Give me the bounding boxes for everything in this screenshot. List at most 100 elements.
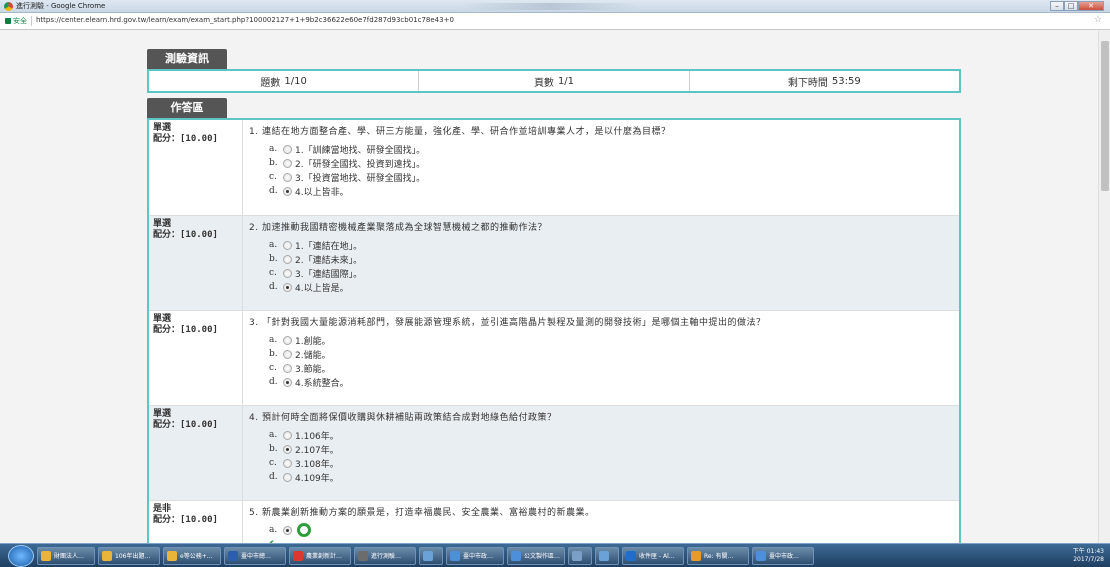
taskbar-item[interactable] (419, 546, 443, 565)
radio-button[interactable] (283, 363, 292, 373)
close-button[interactable]: ✕ (1078, 1, 1104, 11)
option-label: 3.「連結國際」。 (295, 269, 363, 280)
radio-button[interactable] (283, 525, 292, 535)
radio-button[interactable] (283, 349, 292, 359)
radio-button[interactable] (283, 240, 292, 250)
question-text: 5. 新農業創新推動方案的願景是，打造幸福農民、安全農業、富裕農村的新農業。 (249, 508, 595, 518)
option-item[interactable]: a. 1.106年。 (269, 428, 953, 442)
taskbar-item[interactable]: 公文製作區… (507, 546, 565, 565)
answer-area: 單選 配分：[10.00] 1. 連結在地方面整合產、學、研三方能量，強化產、學、研… (147, 118, 961, 543)
option-item[interactable]: a. 1.「連結在地」。 (269, 238, 953, 252)
app-icon (626, 550, 636, 561)
taskbar-item[interactable]: 收件匣 - Al… (622, 546, 684, 565)
question-type: 單選 (153, 123, 172, 133)
radio-button[interactable] (283, 172, 292, 182)
radio-button[interactable] (283, 472, 292, 482)
taskbar-item[interactable]: 106年出題… (98, 546, 160, 565)
minimize-button[interactable]: – (1050, 1, 1064, 11)
option-label: 4.以上皆是。 (295, 283, 349, 294)
option-item[interactable]: a. (269, 523, 953, 537)
option-item[interactable]: a. 1.創能。 (269, 333, 953, 347)
radio-button[interactable] (283, 144, 292, 154)
radio-button[interactable] (283, 335, 292, 345)
question-meta: 單選 配分：[10.00] (149, 120, 243, 215)
address-bar[interactable]: 安全 https://center.elearn.hrd.gov.tw/lear… (0, 13, 1110, 30)
option-letter: a. (269, 430, 278, 440)
option-item[interactable]: d. 4.以上皆是。 (269, 280, 953, 294)
page-count-cell: 頁數 1/1 (419, 71, 690, 91)
app-icon (358, 550, 368, 561)
taskbar-item[interactable]: 臺中市總… (224, 546, 286, 565)
option-letter: b. (269, 254, 278, 264)
option-item[interactable]: d. 4.以上皆非。 (269, 184, 953, 198)
option-label: 4.109年。 (295, 473, 339, 484)
maximize-button[interactable]: □ (1064, 1, 1078, 11)
scrollbar[interactable] (1098, 31, 1110, 543)
radio-button[interactable] (283, 158, 292, 168)
start-button[interactable] (8, 544, 34, 567)
radio-button[interactable] (283, 268, 292, 278)
question-meta: 單選 配分：[10.00] (149, 216, 243, 310)
option-label: 3.「投資當地找、研發全國找」。 (295, 173, 426, 184)
option-item[interactable]: b. 2.儲能。 (269, 347, 953, 361)
radio-button[interactable] (283, 282, 292, 292)
taskbar: 財團法人… 106年出題… e等公務+… 臺中市總… 農業創新計… 進行測驗… 臺中市政… 公… (0, 543, 1110, 567)
option-label: 4.以上皆非。 (295, 187, 349, 198)
question-row: 單選 配分：[10.00] 2. 加速推動我國精密機械產業聚落成為全球智慧機械之都的… (149, 216, 959, 311)
option-list: a. 1.「訓練當地找、研發全國找」。 b. 2.「研發全國找、投資到遠找」。 c. 3.… (269, 142, 953, 198)
option-item[interactable]: d. 4.系統整合。 (269, 375, 953, 389)
taskbar-item[interactable]: 農業創新計… (289, 546, 351, 565)
option-letter: d. (269, 186, 278, 196)
question-body: 5. 新農業創新推動方案的願景是，打造幸福農民、安全農業、富裕農村的新農業。 a.… (243, 501, 959, 543)
radio-button[interactable] (283, 444, 292, 454)
radio-button[interactable] (283, 430, 292, 440)
taskbar-item[interactable]: Re: 有關… (687, 546, 749, 565)
scrollbar-thumb[interactable] (1101, 41, 1109, 191)
option-item[interactable]: c. 3.108年。 (269, 456, 953, 470)
option-letter: d. (269, 282, 278, 292)
taskbar-item-label: 財團法人… (54, 553, 85, 560)
question-meta: 是非 配分：[10.00] (149, 501, 243, 543)
radio-button[interactable] (283, 254, 292, 264)
taskbar-item[interactable]: 財團法人… (37, 546, 95, 565)
option-item[interactable]: b. 2.「研發全國找、投資到遠找」。 (269, 156, 953, 170)
time-remaining-value: 53:59 (831, 75, 861, 87)
option-item[interactable]: c. 3.「投資當地找、研發全國找」。 (269, 170, 953, 184)
app-icon (423, 550, 433, 561)
question-text: 1. 連結在地方面整合產、學、研三方能量，強化產、學、研合作並培訓專業人才，是以… (249, 127, 671, 137)
option-item[interactable]: c. 3.「連結國際」。 (269, 266, 953, 280)
option-list: a. (269, 523, 953, 537)
question-score: 配分：[10.00] (153, 515, 218, 525)
question-type: 是非 (153, 504, 172, 514)
taskbar-item[interactable]: 臺中市政… (752, 546, 814, 565)
option-item[interactable]: b. 2.107年。 (269, 442, 953, 456)
option-list: a. 1.「連結在地」。 b. 2.「連結未來」。 c. 3.「連結國際」。 d. 4.以上皆… (269, 238, 953, 294)
option-item[interactable]: c. 3.節能。 (269, 361, 953, 375)
question-type: 單選 (153, 409, 172, 419)
url-text[interactable]: https://center.elearn.hrd.gov.tw/learn/e… (36, 16, 454, 24)
taskbar-item[interactable]: e等公務+… (163, 546, 221, 565)
bookmark-star-icon[interactable]: ☆ (1094, 15, 1102, 25)
taskbar-item[interactable]: 進行測驗… (354, 546, 416, 565)
option-letter: c. (269, 458, 277, 468)
taskbar-item-label: 收件匣 - Al… (639, 553, 675, 560)
taskbar-item[interactable]: 臺中市政… (446, 546, 504, 565)
taskbar-item[interactable] (595, 546, 619, 565)
radio-button[interactable] (283, 458, 292, 468)
option-label: 2.107年。 (295, 445, 339, 456)
radio-button[interactable] (283, 377, 292, 387)
question-count-value: 1/10 (284, 75, 307, 87)
option-item[interactable]: d. 4.109年。 (269, 470, 953, 484)
app-icon (41, 550, 51, 561)
app-icon (756, 550, 766, 561)
radio-button[interactable] (283, 186, 292, 196)
option-item[interactable]: a. 1.「訓練當地找、研發全國找」。 (269, 142, 953, 156)
option-item[interactable]: b. 2.「連結未來」。 (269, 252, 953, 266)
question-text: 4. 預計何時全面將保價收購與休耕補貼兩政策結合成對地綠色給付政策？ (249, 413, 557, 423)
question-text: 2. 加速推動我國精密機械產業聚落成為全球智慧機械之都的推動作法？ (249, 223, 547, 233)
system-clock[interactable]: 下午 01:43 2017/7/28 (1073, 548, 1104, 564)
taskbar-item-label: e等公務+… (180, 553, 213, 560)
app-icon (167, 550, 177, 561)
taskbar-item[interactable] (568, 546, 592, 565)
option-letter: b. (269, 158, 278, 168)
